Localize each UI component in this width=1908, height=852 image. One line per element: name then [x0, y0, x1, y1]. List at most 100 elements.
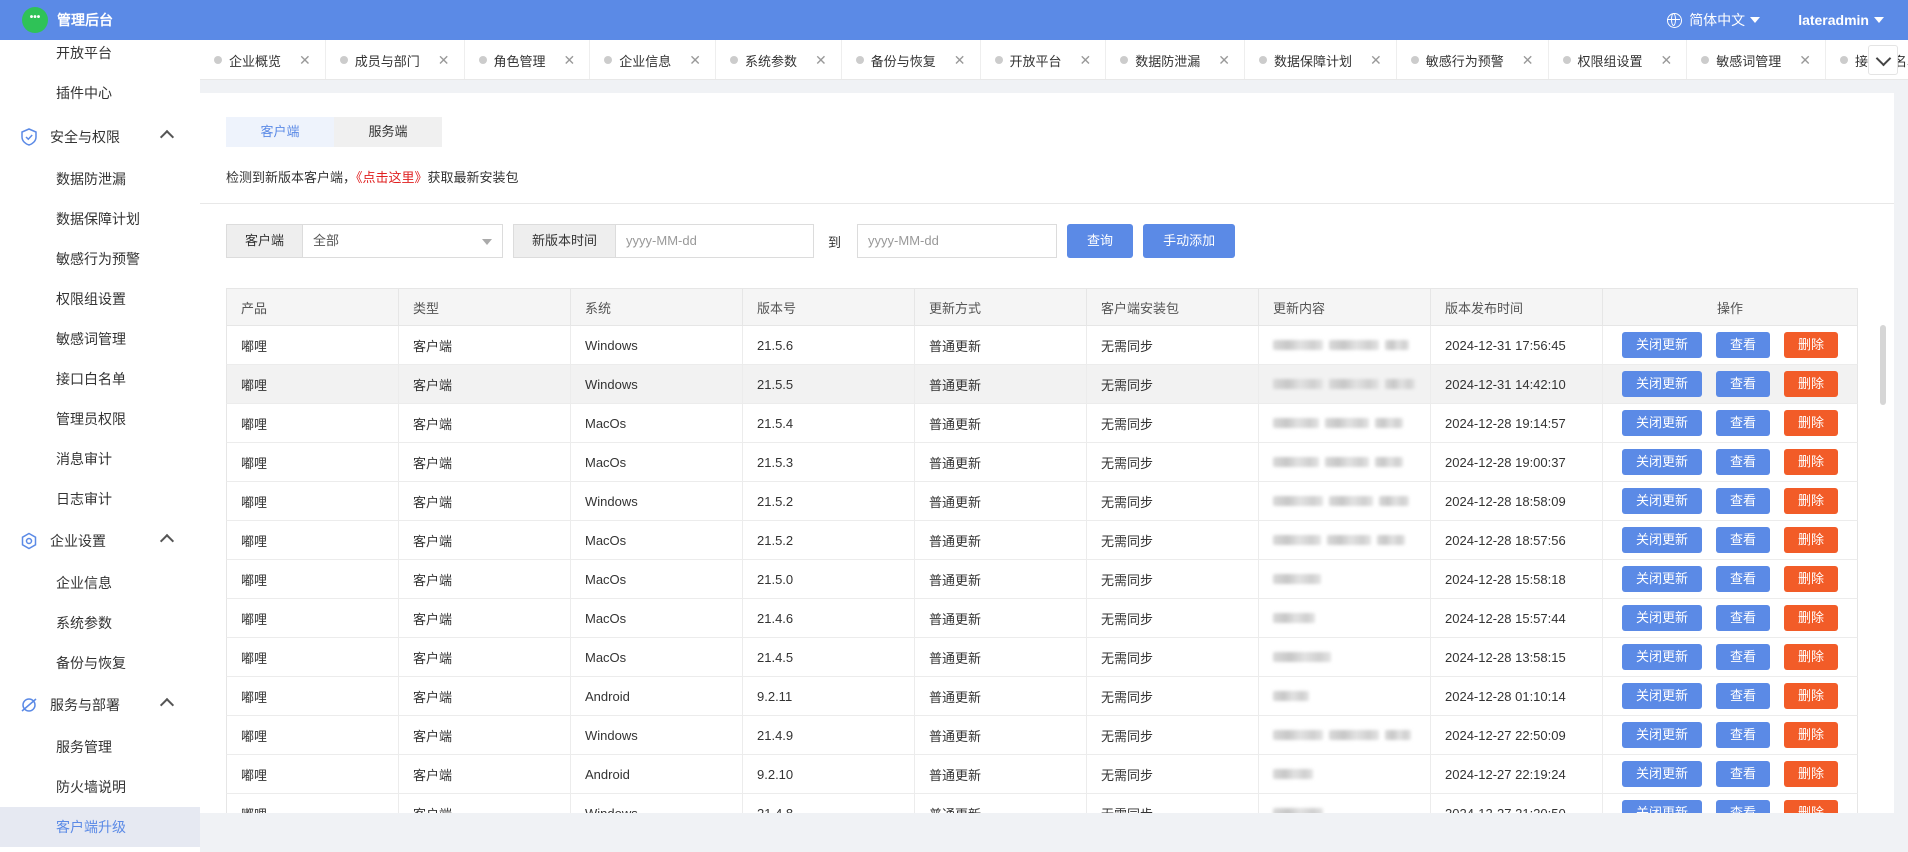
sidebar-item[interactable]: 权限组设置	[0, 279, 200, 319]
close-icon[interactable]: ✕	[438, 52, 450, 69]
client-filter-select[interactable]: 全部	[303, 224, 504, 258]
open-tab[interactable]: 角色管理 ✕	[465, 40, 591, 79]
subtab-server[interactable]: 服务端	[334, 117, 442, 147]
start-date-input[interactable]: yyyy-MM-dd	[616, 224, 815, 258]
close-update-button[interactable]: 关闭更新	[1621, 800, 1702, 813]
view-button[interactable]: 查看	[1715, 449, 1770, 475]
close-update-button[interactable]: 关闭更新	[1621, 527, 1702, 553]
sidebar-item[interactable]: 敏感行为预警	[0, 239, 200, 279]
view-button[interactable]: 查看	[1715, 605, 1770, 631]
view-button[interactable]: 查看	[1715, 332, 1770, 358]
view-button[interactable]: 查看	[1715, 761, 1770, 787]
sidebar-item[interactable]: 数据保障计划	[0, 199, 200, 239]
sidebar-item[interactable]: 企业信息	[0, 563, 200, 603]
open-tab[interactable]: 数据保障计划 ✕	[1245, 40, 1397, 79]
notice-download-link[interactable]: 《点击这里》	[356, 170, 428, 185]
open-tab[interactable]: 系统参数 ✕	[716, 40, 842, 79]
close-update-button[interactable]: 关闭更新	[1621, 371, 1702, 397]
open-tab[interactable]: 成员与部门 ✕	[326, 40, 465, 79]
user-menu[interactable]: lateradmin	[1798, 12, 1884, 28]
query-button[interactable]: 查询	[1067, 224, 1134, 258]
open-tab[interactable]: 备份与恢复 ✕	[842, 40, 981, 79]
table-scrollbar[interactable]	[1880, 325, 1886, 405]
delete-button[interactable]: 删除	[1784, 488, 1839, 514]
sidebar-item[interactable]: 日志审计	[0, 479, 200, 519]
delete-button[interactable]: 删除	[1784, 800, 1839, 813]
sidebar-item[interactable]: 防火墙说明	[0, 767, 200, 807]
close-icon[interactable]: ✕	[815, 52, 827, 69]
sidebar-item[interactable]: 管理员权限	[0, 399, 200, 439]
delete-button[interactable]: 删除	[1784, 761, 1839, 787]
close-update-button[interactable]: 关闭更新	[1621, 605, 1702, 631]
view-button[interactable]: 查看	[1715, 527, 1770, 553]
open-tab[interactable]: 数据防泄漏 ✕	[1106, 40, 1245, 79]
table-row: 嘟哩 客户端 Android 9.2.11 普通更新 无需同步 2024-12-28 01:…	[226, 677, 1858, 716]
open-tab[interactable]: 权限组设置 ✕	[1549, 40, 1688, 79]
sidebar-item[interactable]: 数据防泄漏	[0, 159, 200, 199]
close-update-button[interactable]: 关闭更新	[1621, 644, 1702, 670]
view-button[interactable]: 查看	[1715, 371, 1770, 397]
end-date-input[interactable]: yyyy-MM-dd	[857, 224, 1058, 258]
sidebar-item[interactable]: 客户端升级	[0, 807, 200, 847]
delete-button[interactable]: 删除	[1784, 527, 1839, 553]
view-button[interactable]: 查看	[1715, 644, 1770, 670]
sidebar-item[interactable]: 敏感词管理	[0, 319, 200, 359]
sidebar-group-header[interactable]: 服务与部署	[0, 683, 200, 727]
delete-button[interactable]: 删除	[1784, 644, 1839, 670]
close-icon[interactable]: ✕	[1522, 52, 1534, 69]
close-update-button[interactable]: 关闭更新	[1621, 488, 1702, 514]
view-button[interactable]: 查看	[1715, 722, 1770, 748]
app-logo[interactable]: 管理后台	[22, 7, 113, 33]
open-tab[interactable]: 敏感行为预警 ✕	[1397, 40, 1549, 79]
close-update-button[interactable]: 关闭更新	[1621, 683, 1702, 709]
sidebar-item[interactable]: 备份与恢复	[0, 643, 200, 683]
close-icon[interactable]: ✕	[1218, 52, 1230, 69]
view-button[interactable]: 查看	[1715, 410, 1770, 436]
close-update-button[interactable]: 关闭更新	[1621, 332, 1702, 358]
sidebar-item[interactable]: 消息审计	[0, 439, 200, 479]
view-button[interactable]: 查看	[1715, 800, 1770, 813]
open-tab[interactable]: 开放平台 ✕	[981, 40, 1107, 79]
close-icon[interactable]: ✕	[689, 52, 701, 69]
close-update-button[interactable]: 关闭更新	[1621, 566, 1702, 592]
table-cell: 21.5.5	[743, 365, 915, 403]
table-cell: 客户端	[399, 599, 571, 637]
close-icon[interactable]: ✕	[1370, 52, 1382, 69]
close-update-button[interactable]: 关闭更新	[1621, 449, 1702, 475]
delete-button[interactable]: 删除	[1784, 722, 1839, 748]
subtab-client[interactable]: 客户端	[226, 117, 334, 147]
sidebar-item[interactable]: 系统参数	[0, 603, 200, 643]
sidebar-group-header[interactable]: 安全与权限	[0, 115, 200, 159]
close-icon[interactable]: ✕	[564, 52, 576, 69]
view-button[interactable]: 查看	[1715, 488, 1770, 514]
delete-button[interactable]: 删除	[1784, 371, 1839, 397]
close-icon[interactable]: ✕	[1080, 52, 1092, 69]
tabs-more-button[interactable]	[1868, 45, 1898, 75]
delete-button[interactable]: 删除	[1784, 449, 1839, 475]
close-icon[interactable]: ✕	[1661, 52, 1673, 69]
language-selector[interactable]: 简体中文	[1667, 10, 1761, 30]
manual-add-button[interactable]: 手动添加	[1143, 224, 1236, 258]
delete-button[interactable]: 删除	[1784, 605, 1839, 631]
view-button[interactable]: 查看	[1715, 566, 1770, 592]
actions-cell: 关闭更新 查看 删除	[1603, 326, 1857, 364]
delete-button[interactable]: 删除	[1784, 410, 1839, 436]
close-icon[interactable]: ✕	[299, 52, 311, 69]
close-icon[interactable]: ✕	[954, 52, 966, 69]
open-tab[interactable]: 企业概览 ✕	[200, 40, 326, 79]
open-tab[interactable]: 企业信息 ✕	[590, 40, 716, 79]
sidebar-item[interactable]: 接口白名单	[0, 359, 200, 399]
view-button[interactable]: 查看	[1715, 683, 1770, 709]
close-update-button[interactable]: 关闭更新	[1621, 761, 1702, 787]
delete-button[interactable]: 删除	[1784, 332, 1839, 358]
delete-button[interactable]: 删除	[1784, 683, 1839, 709]
sidebar-item[interactable]: 服务管理	[0, 727, 200, 767]
close-update-button[interactable]: 关闭更新	[1621, 410, 1702, 436]
close-icon[interactable]: ✕	[1799, 52, 1811, 69]
sidebar-item[interactable]: 开放平台	[0, 40, 200, 73]
sidebar-item[interactable]: 插件中心	[0, 73, 200, 113]
sidebar-group-header[interactable]: 企业设置	[0, 519, 200, 563]
open-tab[interactable]: 敏感词管理 ✕	[1687, 40, 1826, 79]
delete-button[interactable]: 删除	[1784, 566, 1839, 592]
close-update-button[interactable]: 关闭更新	[1621, 722, 1702, 748]
